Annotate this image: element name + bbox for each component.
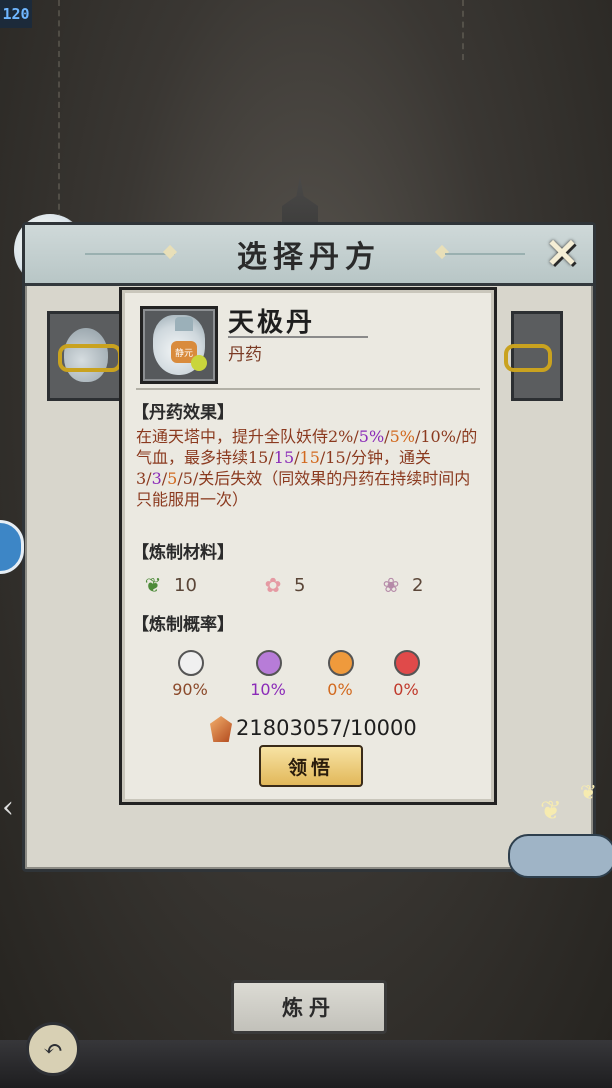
rate-value: 10% (250, 680, 286, 699)
rate-dot-red (394, 650, 420, 676)
material-count: 10 (174, 574, 197, 596)
side-tab-button[interactable] (0, 520, 24, 574)
material-item: ❀ 2 (378, 572, 424, 598)
effect-title: 【丹药效果】 (132, 403, 234, 423)
pagoda-silhouette (282, 176, 318, 226)
background-glyph-column (462, 0, 478, 60)
rate-dot-purple (256, 650, 282, 676)
gold-ring-icon (58, 344, 122, 372)
butterfly-icon: ❦ (540, 796, 562, 826)
effect-segment: 3 (151, 469, 162, 488)
effect-segment: 5% (389, 427, 415, 446)
flower-sprig-icon: ❀ (382, 573, 400, 597)
rate-value: 90% (172, 680, 208, 699)
chevron-left-icon[interactable]: ‹ (2, 790, 22, 832)
dialog-title: 选择丹方 (237, 240, 381, 275)
bottom-bar-bg (0, 1040, 612, 1088)
header-diamond (434, 244, 450, 260)
rate-value: 0% (393, 680, 419, 699)
peach-blossom-icon: ✿ (264, 573, 282, 597)
effect-segment: 15 (299, 448, 320, 467)
effect-segment: 5 (167, 469, 178, 488)
effect-description: 在通天塔中，提升全队妖侍2%/5%/5%/10%/的气血，最多持续15/15/1… (136, 426, 486, 510)
effect-segment: 在通天塔中，提升全队妖侍2%/ (136, 427, 359, 446)
butterfly-icon: ❦ (580, 780, 597, 804)
effect-segment: 15 (273, 448, 295, 467)
recipe-slot[interactable] (47, 311, 127, 401)
rate-dot-white (178, 650, 204, 676)
background-glyph-column (58, 0, 80, 220)
header-diamond (162, 244, 178, 260)
cloud-decoration (508, 834, 612, 878)
rate-value: 0% (327, 680, 353, 699)
name-underline (228, 336, 368, 338)
divider (136, 388, 480, 390)
gold-ring-icon (504, 344, 552, 372)
herb-leaf-icon: ❦ (144, 573, 162, 597)
material-count: 2 (412, 574, 424, 596)
materials-title: 【炼制材料】 (132, 543, 234, 563)
recipe-slot[interactable] (504, 311, 563, 401)
fps-counter: 120 (0, 0, 32, 28)
refine-button[interactable]: 炼丹 (231, 980, 387, 1034)
gold-orb-icon (191, 355, 207, 371)
rate-dot-orange (328, 650, 354, 676)
effect-segment: /5/关后失效（同效果的丹药在持续时间内只能服用一次） (136, 469, 471, 509)
close-button[interactable]: ✕ (541, 233, 583, 275)
bottle-neck (175, 317, 193, 331)
item-icon-frame: 静元 (140, 306, 218, 384)
material-item: ❦ 10 (140, 572, 197, 598)
item-type: 丹药 (228, 345, 262, 365)
material-count: 5 (294, 574, 306, 596)
back-button[interactable]: ↶ (26, 1022, 80, 1076)
spirit-crystal-icon (210, 716, 232, 742)
header-line (85, 253, 175, 255)
item-name: 天极丹 (228, 308, 316, 338)
dialog-header: 选择丹方 ✕ (25, 225, 593, 286)
header-line (445, 253, 525, 255)
pill-detail-popup: 静元 天极丹 丹药 【丹药效果】 在通天塔中，提升全队妖侍2%/5%/5%/10… (119, 287, 497, 805)
cost-amount: 21803057/10000 (236, 716, 417, 740)
rate-title: 【炼制概率】 (132, 615, 234, 635)
effect-segment: 5% (358, 427, 385, 446)
learn-button[interactable]: 领悟 (259, 745, 363, 787)
material-item: ✿ 5 (260, 572, 306, 598)
